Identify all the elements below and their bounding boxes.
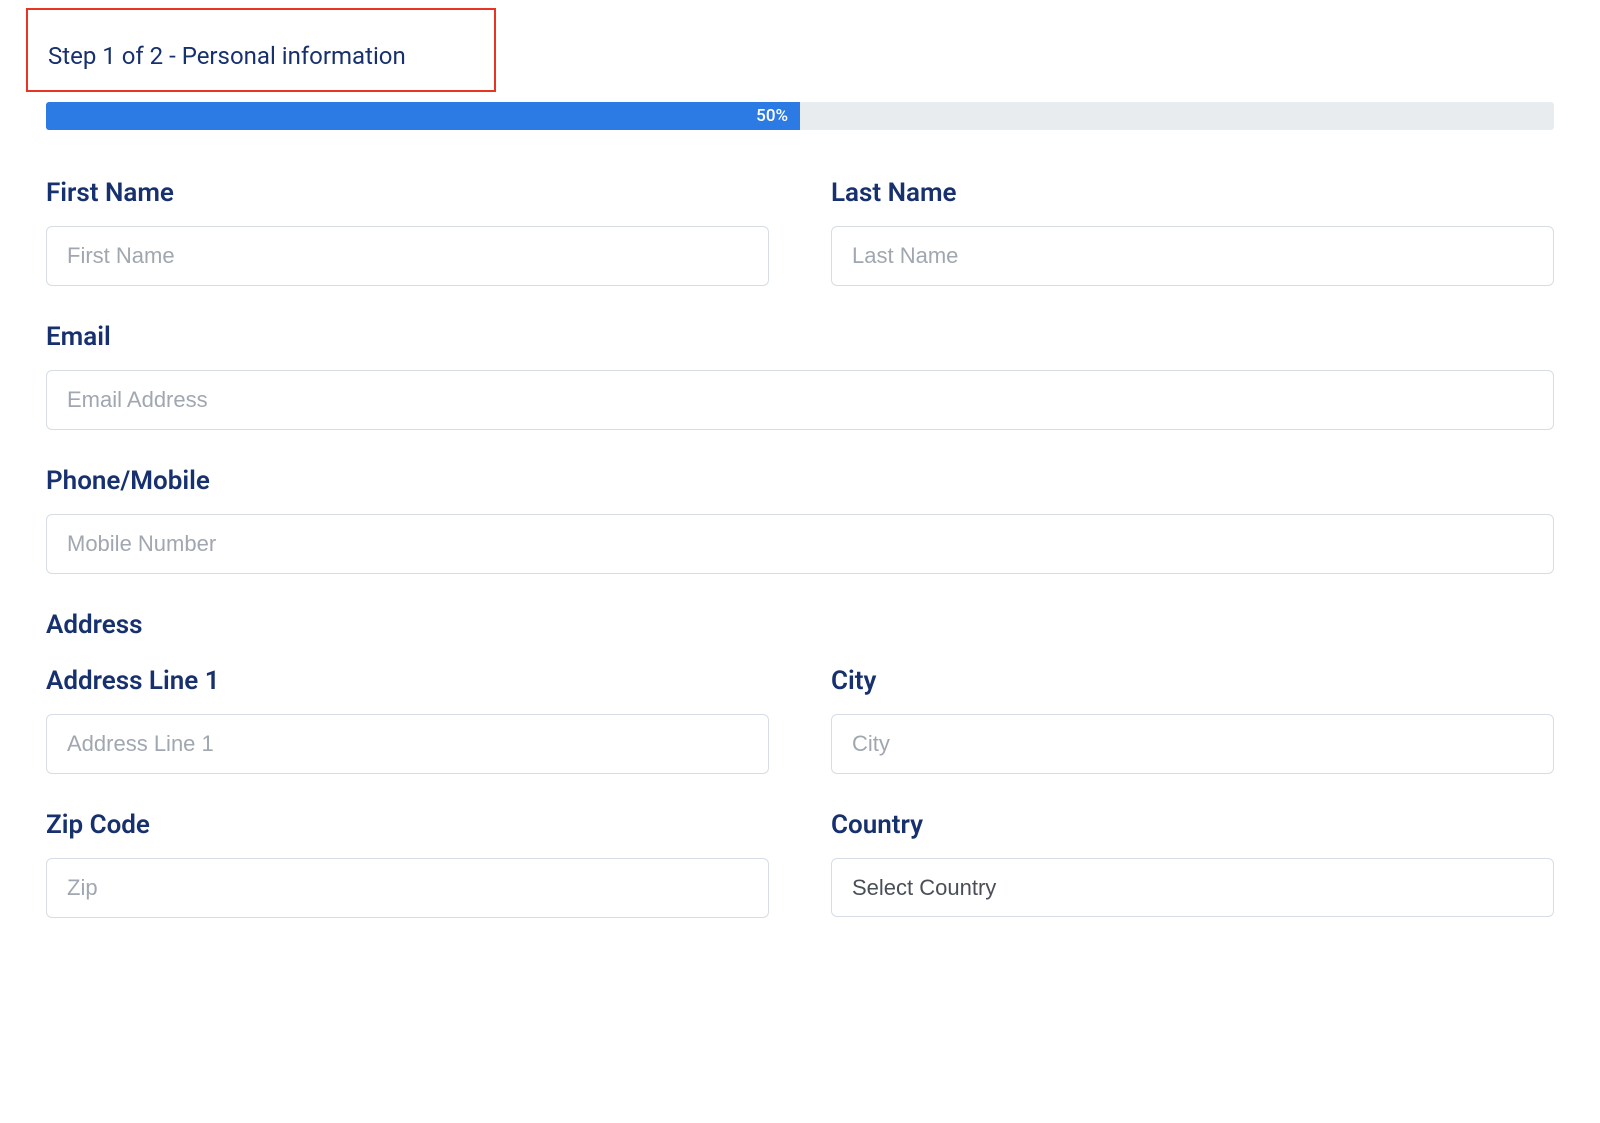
step-title: Step 1 of 2 - Personal information <box>48 42 474 70</box>
phone-group: Phone/Mobile <box>46 466 1554 574</box>
progress-bar-fill: 50% <box>46 102 800 130</box>
address-line1-input[interactable] <box>46 714 769 774</box>
country-select[interactable]: Select Country <box>831 858 1554 917</box>
address-line1-group: Address Line 1 <box>46 666 769 774</box>
country-label: Country <box>831 810 1554 840</box>
country-group: Country Select Country <box>831 810 1554 918</box>
city-group: City <box>831 666 1554 774</box>
last-name-input[interactable] <box>831 226 1554 286</box>
email-input[interactable] <box>46 370 1554 430</box>
step-header-box: Step 1 of 2 - Personal information <box>26 8 496 92</box>
phone-input[interactable] <box>46 514 1554 574</box>
last-name-group: Last Name <box>831 178 1554 286</box>
zip-code-input[interactable] <box>46 858 769 918</box>
zip-code-label: Zip Code <box>46 810 769 840</box>
email-label: Email <box>46 322 1554 352</box>
city-input[interactable] <box>831 714 1554 774</box>
progress-bar-track: 50% <box>46 102 1554 130</box>
address-line1-label: Address Line 1 <box>46 666 769 696</box>
first-name-input[interactable] <box>46 226 769 286</box>
first-name-group: First Name <box>46 178 769 286</box>
phone-label: Phone/Mobile <box>46 466 1554 496</box>
zip-code-group: Zip Code <box>46 810 769 918</box>
last-name-label: Last Name <box>831 178 1554 208</box>
first-name-label: First Name <box>46 178 769 208</box>
city-label: City <box>831 666 1554 696</box>
email-group: Email <box>46 322 1554 430</box>
progress-percent-label: 50% <box>756 106 788 126</box>
address-section-label: Address <box>46 610 1554 640</box>
